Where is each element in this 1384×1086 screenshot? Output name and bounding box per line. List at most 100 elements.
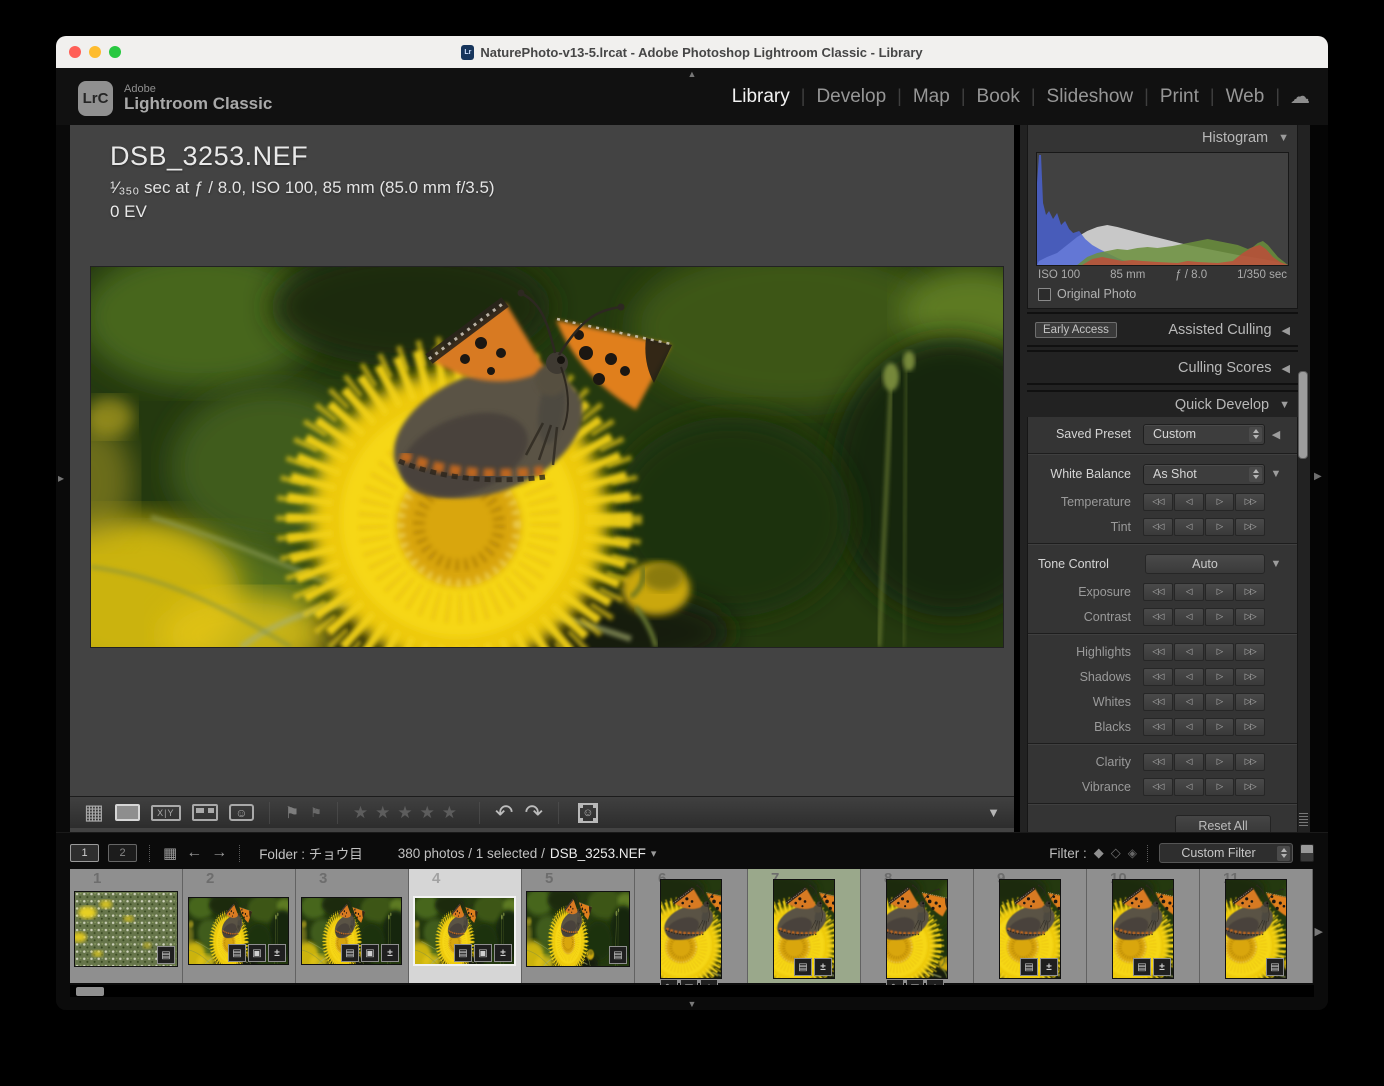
step-minus-button[interactable]: ◁ bbox=[1174, 778, 1204, 796]
step-big-minus-button[interactable]: ◁◁ bbox=[1143, 718, 1173, 736]
filter-flag-pick-icon[interactable]: ◆ bbox=[1094, 845, 1104, 861]
top-panel-toggle-icon[interactable]: ▲ bbox=[688, 69, 697, 79]
rotate-right-icon[interactable]: ↷ bbox=[524, 802, 542, 824]
step-plus-button[interactable]: ▷ bbox=[1205, 643, 1235, 661]
step-big-minus-button[interactable]: ◁◁ bbox=[1143, 668, 1173, 686]
flag-reject-icon[interactable]: ⚑ bbox=[310, 805, 322, 821]
step-big-plus-button[interactable]: ▷▷ bbox=[1235, 753, 1265, 771]
culling-scores-header[interactable]: Culling Scores ◀ bbox=[1027, 350, 1298, 385]
left-panel-expander-icon[interactable]: ▸ bbox=[58, 471, 64, 485]
keyword-tag-badge[interactable] bbox=[157, 946, 175, 964]
step-minus-button[interactable]: ◁ bbox=[1174, 608, 1204, 626]
step-plus-button[interactable]: ▷ bbox=[1205, 518, 1235, 536]
filmstrip-scrollbar-thumb[interactable] bbox=[76, 987, 104, 996]
filmstrip-source-menu[interactable]: 380 photos / 1 selected / DSB_3253.NEF ▾ bbox=[398, 846, 657, 861]
step-minus-button[interactable]: ◁ bbox=[1174, 518, 1204, 536]
step-big-minus-button[interactable]: ◁◁ bbox=[1143, 583, 1173, 601]
step-minus-button[interactable]: ◁ bbox=[1174, 668, 1204, 686]
step-big-minus-button[interactable]: ◁◁ bbox=[1143, 608, 1173, 626]
collapse-icon[interactable]: ▼ bbox=[1278, 132, 1289, 144]
histogram-plot[interactable] bbox=[1036, 152, 1289, 266]
step-big-minus-button[interactable]: ◁◁ bbox=[1143, 753, 1173, 771]
thumbnail-cell-3[interactable]: 3 bbox=[296, 869, 409, 983]
adjustment-badge[interactable] bbox=[494, 944, 512, 962]
step-minus-button[interactable]: ◁ bbox=[1174, 718, 1204, 736]
thumbnail-cell-9[interactable]: 9 bbox=[974, 869, 1087, 983]
filter-toggle-switch[interactable] bbox=[1300, 844, 1314, 862]
step-big-minus-button[interactable]: ◁◁ bbox=[1143, 778, 1173, 796]
thumbnail-cell-4-selected[interactable]: 4 bbox=[409, 869, 522, 983]
adjustment-badge[interactable] bbox=[814, 958, 832, 976]
step-big-minus-button[interactable]: ◁◁ bbox=[1143, 493, 1173, 511]
thumbnail-cell-10[interactable]: 10 bbox=[1087, 869, 1200, 983]
thumbnail-cell-1[interactable]: 1 bbox=[70, 869, 183, 983]
rotate-left-icon[interactable]: ↶ bbox=[495, 802, 513, 824]
step-big-plus-button[interactable]: ▷▷ bbox=[1235, 518, 1265, 536]
keyword-tag-badge[interactable] bbox=[1020, 958, 1038, 976]
early-access-badge[interactable]: Early Access bbox=[1035, 322, 1117, 338]
histogram-header[interactable]: Histogram ▼ bbox=[1028, 125, 1297, 150]
keyword-tag-badge[interactable] bbox=[1133, 958, 1151, 976]
module-print[interactable]: Print bbox=[1149, 86, 1210, 108]
filmstrip-next-icon[interactable]: ▶ bbox=[1315, 925, 1323, 938]
keyword-tag-badge[interactable] bbox=[609, 946, 627, 964]
thumbnail-cell-8[interactable]: 8 bbox=[861, 869, 974, 983]
step-plus-button[interactable]: ▷ bbox=[1205, 693, 1235, 711]
keyword-tag-badge[interactable] bbox=[228, 944, 246, 962]
cloud-sync-icon[interactable]: ☁ bbox=[1280, 84, 1310, 109]
loupe-view-icon[interactable] bbox=[115, 804, 140, 821]
filter-flag-unflagged-icon[interactable]: ◇ bbox=[1111, 845, 1121, 861]
step-big-plus-button[interactable]: ▷▷ bbox=[1235, 693, 1265, 711]
step-plus-button[interactable]: ▷ bbox=[1205, 753, 1235, 771]
step-big-minus-button[interactable]: ◁◁ bbox=[1143, 643, 1173, 661]
module-map[interactable]: Map bbox=[902, 86, 961, 108]
module-book[interactable]: Book bbox=[966, 86, 1031, 108]
survey-view-icon[interactable] bbox=[192, 804, 218, 821]
step-plus-button[interactable]: ▷ bbox=[1205, 493, 1235, 511]
collapse-icon[interactable]: ▼ bbox=[1265, 468, 1287, 480]
step-plus-button[interactable]: ▷ bbox=[1205, 608, 1235, 626]
module-web[interactable]: Web bbox=[1215, 86, 1276, 108]
step-big-plus-button[interactable]: ▷▷ bbox=[1235, 643, 1265, 661]
step-plus-button[interactable]: ▷ bbox=[1205, 778, 1235, 796]
assisted-culling-header[interactable]: Early Access Assisted Culling ◀ bbox=[1027, 312, 1298, 347]
step-minus-button[interactable]: ◁ bbox=[1174, 493, 1204, 511]
secondary-monitor-button[interactable]: 2 bbox=[108, 844, 137, 862]
quick-develop-header[interactable]: Quick Develop ▼ bbox=[1027, 390, 1298, 417]
primary-monitor-button[interactable]: 1 bbox=[70, 844, 99, 862]
step-minus-button[interactable]: ◁ bbox=[1174, 583, 1204, 601]
crop-badge[interactable] bbox=[248, 944, 266, 962]
saved-preset-select[interactable]: Custom bbox=[1143, 424, 1265, 445]
module-develop[interactable]: Develop bbox=[805, 86, 897, 108]
adjustment-badge[interactable] bbox=[381, 944, 399, 962]
step-big-plus-button[interactable]: ▷▷ bbox=[1235, 583, 1265, 601]
filter-flag-reject-icon[interactable]: ◈ bbox=[1128, 846, 1137, 860]
step-big-minus-button[interactable]: ◁◁ bbox=[1143, 693, 1173, 711]
filter-preset-select[interactable]: Custom Filter bbox=[1159, 843, 1293, 863]
collapse-icon[interactable]: ◀ bbox=[1282, 362, 1290, 375]
people-view-icon[interactable] bbox=[229, 804, 254, 821]
step-big-plus-button[interactable]: ▷▷ bbox=[1235, 608, 1265, 626]
step-minus-button[interactable]: ◁ bbox=[1174, 693, 1204, 711]
adjustment-badge[interactable] bbox=[1040, 958, 1058, 976]
collapse-icon[interactable]: ◀ bbox=[1282, 324, 1290, 337]
face-region-icon[interactable] bbox=[578, 803, 598, 823]
right-panel-scrollbar[interactable] bbox=[1298, 371, 1308, 459]
go-back-button[interactable]: ← bbox=[186, 844, 202, 862]
step-minus-button[interactable]: ◁ bbox=[1174, 643, 1204, 661]
collapse-icon[interactable]: ▼ bbox=[1279, 399, 1290, 411]
step-plus-button[interactable]: ▷ bbox=[1205, 668, 1235, 686]
reset-all-button[interactable]: Reset All bbox=[1175, 815, 1271, 832]
step-big-minus-button[interactable]: ◁◁ bbox=[1143, 518, 1173, 536]
adjustment-badge[interactable] bbox=[1153, 958, 1171, 976]
collapse-icon[interactable]: ◀ bbox=[1265, 428, 1287, 441]
crop-badge[interactable] bbox=[361, 944, 379, 962]
thumbnail-cell-6[interactable]: 6 bbox=[635, 869, 748, 983]
module-library[interactable]: Library bbox=[721, 86, 801, 108]
main-photo[interactable] bbox=[91, 267, 1003, 647]
auto-tone-button[interactable]: Auto bbox=[1145, 554, 1265, 574]
thumbnail-cell-2[interactable]: 2 bbox=[183, 869, 296, 983]
step-plus-button[interactable]: ▷ bbox=[1205, 718, 1235, 736]
thumbnail-cell-7-green-label[interactable]: 7 bbox=[748, 869, 861, 983]
white-balance-select[interactable]: As Shot bbox=[1143, 464, 1265, 485]
